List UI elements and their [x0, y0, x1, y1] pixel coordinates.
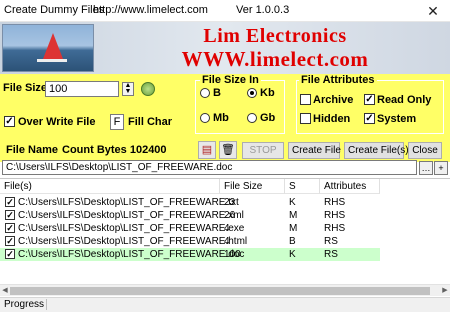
unit-mb-label: Mb [213, 112, 229, 124]
window-title: Create Dummy Files [4, 4, 105, 16]
close-button[interactable]: Close [408, 142, 442, 159]
windsurf-photo [2, 24, 94, 72]
progress-label: Progress [2, 299, 48, 310]
trash-icon[interactable]: 🗑 [219, 141, 237, 159]
overwrite-checkbox[interactable]: ✓ [4, 116, 15, 127]
row-size: 23 [224, 197, 236, 208]
row-checkbox[interactable]: ✓ [5, 210, 15, 220]
close-window-button[interactable]: ✕ [416, 0, 450, 22]
company-name: Lim Electronics [203, 25, 347, 47]
table-row[interactable]: ✓ C:\Users\ILFS\Desktop\LIST_OF_FREEWARE… [0, 196, 380, 209]
fill-char-input[interactable]: F [110, 114, 124, 130]
archive-label: Archive [313, 94, 354, 106]
archive-checkbox[interactable] [300, 94, 311, 105]
col-header-s[interactable]: S [285, 179, 320, 194]
size-unit-title: File Size In [200, 74, 261, 86]
row-s: M [289, 223, 298, 234]
scroll-thumb[interactable] [10, 287, 430, 295]
row-file: C:\Users\ILFS\Desktop\LIST_OF_FREEWARE.e… [18, 223, 245, 234]
overwrite-label: Over Write File [18, 116, 96, 128]
refresh-size-icon[interactable] [141, 82, 155, 96]
row-attributes: RHS [324, 223, 346, 234]
company-website: WWW.limelect.com [181, 47, 369, 71]
row-checkbox[interactable]: ✓ [5, 223, 15, 233]
file-size-spinner[interactable]: ▲ ▼ [122, 82, 134, 96]
file-path-input[interactable]: C:\Users\ILFS\Desktop\LIST_OF_FREEWARE.d… [2, 160, 417, 175]
horizontal-scrollbar[interactable]: ◀ ▶ [0, 284, 450, 296]
stop-button[interactable]: STOP [242, 142, 284, 159]
row-file: C:\Users\ILFS\Desktop\LIST_OF_FREEWARE.h… [18, 236, 248, 247]
unit-mb-radio[interactable] [200, 113, 210, 123]
book-icon[interactable]: ▤ [198, 141, 216, 159]
status-bar: Progress [0, 297, 450, 312]
row-attributes: RS [324, 249, 338, 260]
create-files-button[interactable]: Create File(s) [344, 142, 409, 159]
row-checkbox[interactable]: ✓ [5, 249, 15, 259]
row-s: K [289, 249, 296, 260]
scroll-left-icon[interactable]: ◀ [0, 285, 10, 297]
system-checkbox[interactable]: ✓ [364, 113, 375, 124]
unit-b-label: B [213, 87, 221, 99]
row-s: K [289, 197, 296, 208]
row-file: C:\Users\ILFS\Desktop\LIST_OF_FREEWARE.x… [18, 210, 244, 221]
add-to-list-icon[interactable]: + [434, 161, 448, 175]
window-version: Ver 1.0.0.3 [236, 4, 290, 16]
row-size: 4 [224, 236, 230, 247]
hidden-checkbox[interactable] [300, 113, 311, 124]
scroll-right-icon[interactable]: ▶ [440, 285, 450, 297]
row-file: C:\Users\ILFS\Desktop\LIST_OF_FREEWARE.d… [18, 249, 245, 260]
row-size: 100 [224, 249, 241, 260]
attributes-title: File Attributes [299, 74, 377, 86]
browse-path-button[interactable]: … [419, 161, 433, 175]
col-header-attributes[interactable]: Attributes [320, 179, 380, 194]
table-row[interactable]: ✓ C:\Users\ILFS\Desktop\LIST_OF_FREEWARE… [0, 209, 380, 222]
board-shape [37, 59, 67, 62]
read-only-checkbox[interactable]: ✓ [364, 94, 375, 105]
control-panel: File Size 100 ▲ ▼ ✓ Over Write File F Fil… [0, 74, 450, 162]
row-checkbox[interactable]: ✓ [5, 197, 15, 207]
file-size-input[interactable]: 100 [45, 81, 119, 97]
system-label: System [377, 113, 417, 125]
unit-gb-radio[interactable] [247, 113, 257, 123]
fill-char-label: Fill Char [128, 116, 173, 128]
window-url: http://www.limelect.com [93, 4, 208, 16]
file-list[interactable]: File(s) File Size S Attributes ✓ C:\User… [0, 178, 450, 296]
banner: Lim Electronics WWW.limelect.com [0, 22, 450, 74]
row-file: C:\Users\ILFS\Desktop\LIST_OF_FREEWARE.t… [18, 197, 239, 208]
file-size-label: File Size [3, 82, 48, 94]
create-file-button[interactable]: Create File [288, 142, 341, 159]
table-row-selected[interactable]: ✓ C:\Users\ILFS\Desktop\LIST_OF_FREEWARE… [0, 248, 380, 261]
unit-gb-label: Gb [260, 112, 276, 124]
table-row[interactable]: ✓ C:\Users\ILFS\Desktop\LIST_OF_FREEWARE… [0, 222, 380, 235]
count-bytes-readout: Count Bytes 102400 [62, 144, 167, 156]
unit-kb-label: Kb [260, 87, 275, 99]
read-only-label: Read Only [377, 94, 432, 106]
title-bar: Create Dummy Files http://www.limelect.c… [0, 0, 450, 22]
row-s: B [289, 236, 296, 247]
row-attributes: RHS [324, 197, 346, 208]
attributes-group [296, 80, 444, 134]
col-header-size[interactable]: File Size [220, 179, 285, 194]
hidden-label: Hidden [313, 113, 351, 125]
row-attributes: RS [324, 236, 338, 247]
unit-b-radio[interactable] [200, 88, 210, 98]
row-size: 4 [224, 223, 230, 234]
row-attributes: RHS [324, 210, 346, 221]
row-size: 26 [224, 210, 236, 221]
sail-shape [43, 33, 63, 59]
col-header-files[interactable]: File(s) [0, 179, 220, 194]
table-row[interactable]: ✓ C:\Users\ILFS\Desktop\LIST_OF_FREEWARE… [0, 235, 380, 248]
row-s: M [289, 210, 298, 221]
file-name-label: File Name [6, 144, 58, 156]
row-checkbox[interactable]: ✓ [5, 236, 15, 246]
unit-kb-radio[interactable] [247, 88, 257, 98]
